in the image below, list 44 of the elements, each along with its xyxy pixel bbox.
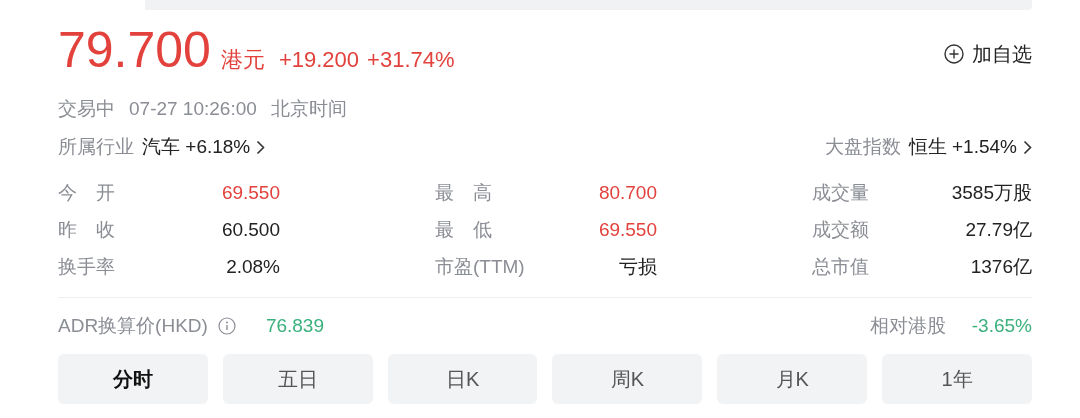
stat-label: 换手率 [58, 254, 115, 279]
stat-label: 今 开 [58, 180, 115, 205]
add-watchlist-button[interactable]: 加自选 [944, 40, 1032, 68]
stat-label: 总市值 [812, 254, 869, 279]
stat-value: 80.700 [598, 181, 657, 204]
stat-value: 69.550 [598, 218, 657, 241]
adr-label: ADR换算价(HKD) [58, 314, 208, 338]
stat-label: 最 高 [435, 180, 492, 205]
chevron-right-icon [256, 139, 266, 155]
price-change: +19.200 [278, 47, 360, 73]
percent-change: +31.74% [367, 47, 455, 73]
industry-link[interactable]: 汽车 +6.18% [142, 134, 266, 160]
industry-label: 所属行业 [58, 135, 134, 159]
stat-value: 亏损 [619, 254, 657, 279]
stat-value: 27.79亿 [965, 217, 1032, 242]
adr-price: 76.839 [265, 315, 324, 337]
trading-status: 交易中 [58, 97, 115, 121]
chart-period-tab[interactable]: 日K [387, 354, 538, 404]
stat-label: 昨 收 [58, 217, 115, 242]
chart-period-tab[interactable]: 周K [552, 354, 703, 404]
stat-value: 60.500 [221, 218, 280, 241]
chart-period-tab[interactable]: 月K [717, 354, 868, 404]
stat-value: 1376亿 [970, 254, 1032, 279]
timestamp: 07-27 10:26:00 [129, 98, 257, 120]
relative-change: -3.65% [971, 315, 1032, 337]
stat-label: 最 低 [435, 217, 492, 242]
currency-label: 港元 [220, 46, 265, 74]
stock-price: 79.700 [58, 21, 211, 80]
stat-label: 成交额 [812, 217, 869, 242]
stat-value: 69.550 [221, 181, 280, 204]
relative-label: 相对港股 [869, 314, 946, 338]
stat-value: 2.08% [226, 255, 280, 278]
stat-value: 3585万股 [951, 180, 1032, 205]
index-label: 大盘指数 [824, 135, 901, 159]
stat-label: 成交量 [812, 180, 869, 205]
stat-label: 市盈(TTM) [435, 254, 525, 279]
chart-period-tab[interactable]: 1年 [882, 354, 1032, 404]
timezone-label: 北京时间 [270, 97, 347, 121]
chart-period-tab[interactable]: 五日 [222, 354, 373, 404]
info-icon[interactable] [217, 317, 236, 335]
plus-circle-icon [944, 44, 964, 64]
chart-period-tab[interactable]: 分时 [58, 354, 208, 404]
chevron-right-icon [1023, 139, 1032, 155]
index-link[interactable]: 恒生 +1.54% [908, 134, 1032, 160]
